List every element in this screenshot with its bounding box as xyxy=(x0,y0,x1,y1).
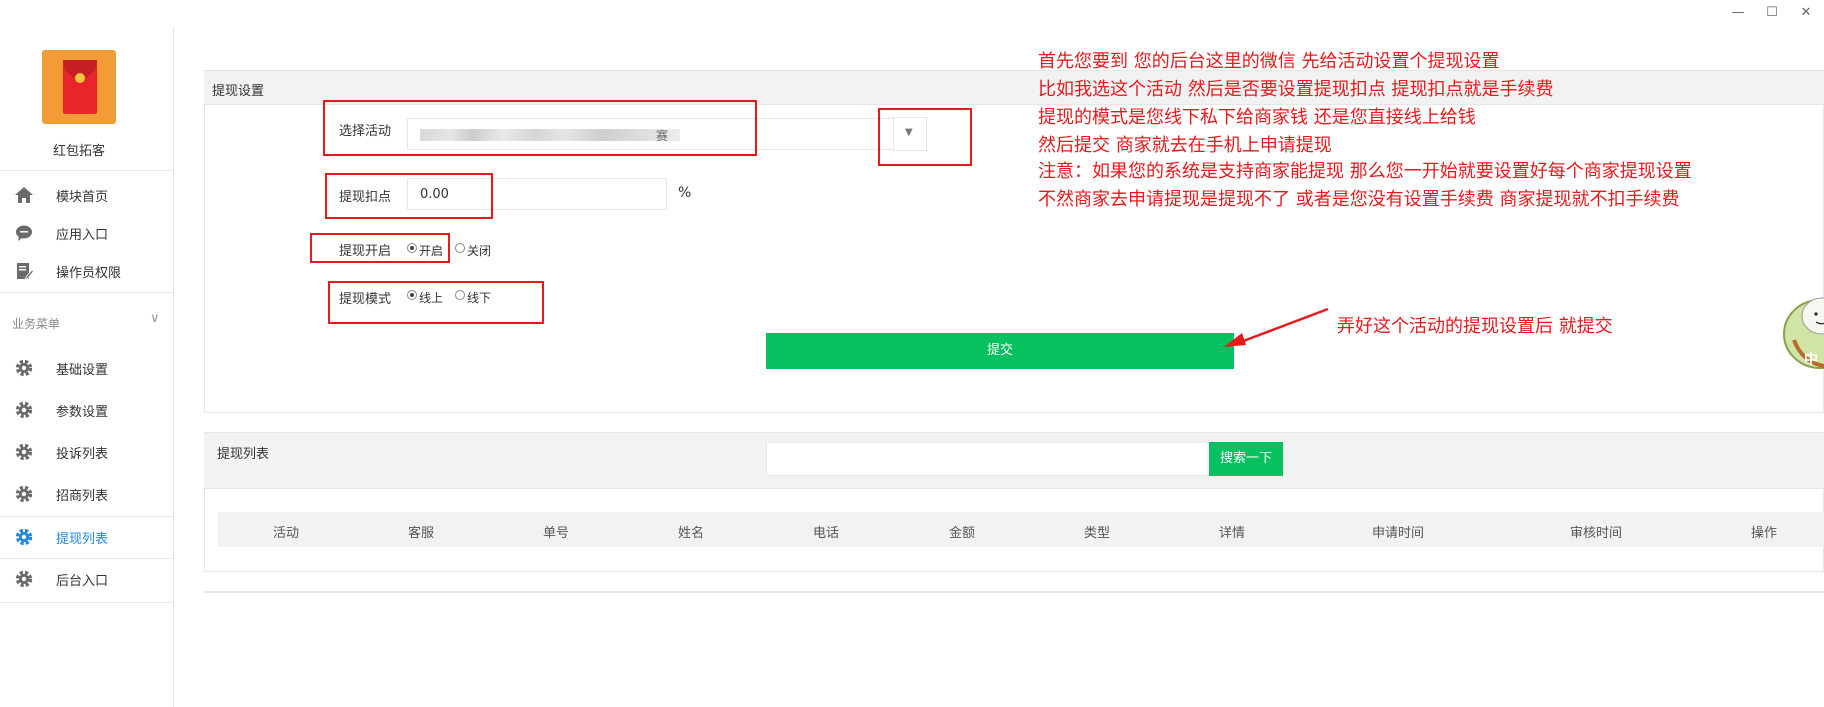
search-button[interactable]: 搜索一下 xyxy=(1209,442,1283,476)
sidebar-item-basic-settings[interactable]: 基础设置 xyxy=(0,347,172,387)
sidebar-item-module-home[interactable]: 模块首页 xyxy=(0,174,172,214)
column-header[interactable]: 操作 xyxy=(1751,522,1777,541)
column-header[interactable]: 单号 xyxy=(543,522,569,541)
column-header[interactable]: 申请时间 xyxy=(1372,522,1424,541)
sidebar: 红包拓客 模块首页 应用入口 操作员权限 业务菜单 ∨ 基础设置 参数设置 投诉… xyxy=(0,26,174,707)
document-edit-icon xyxy=(14,261,35,281)
app-logo xyxy=(42,50,116,124)
sidebar-item-app-entry[interactable]: 应用入口 xyxy=(0,212,172,252)
divider xyxy=(0,602,172,603)
gear-icon xyxy=(14,442,34,462)
annotation-line: 首先您要到 您的后台这里的微信 先给活动设置个提现设置 xyxy=(1038,51,1500,72)
annotation-line: 不然商家去申请提现是提现不了 或者是您没有设置手续费 商家提现就不扣手续费 xyxy=(1038,189,1680,210)
table-header: 活动 客服 单号 姓名 电话 金额 类型 详情 申请时间 审核时间 操作 xyxy=(218,512,1824,547)
annotation-box-enable xyxy=(310,233,450,263)
column-header[interactable]: 客服 xyxy=(408,522,434,541)
enable-off-radio[interactable] xyxy=(455,243,465,253)
panel-title: 提现设置 xyxy=(212,84,265,99)
sidebar-item-parameter-settings[interactable]: 参数设置 xyxy=(0,389,172,429)
annotation-line: 注意：如果您的系统是支持商家能提现 那么您一开始就要设置好每个商家提现设置 xyxy=(1038,161,1692,182)
column-header[interactable]: 电话 xyxy=(813,522,839,541)
sidebar-item-complaint-list[interactable]: 投诉列表 xyxy=(0,431,172,471)
sidebar-item-label: 参数设置 xyxy=(56,405,109,420)
maximize-button[interactable]: ☐ xyxy=(1760,3,1784,23)
chat-icon xyxy=(14,223,34,243)
home-icon xyxy=(14,185,34,205)
divider xyxy=(0,170,172,171)
submit-button[interactable]: 提交 xyxy=(766,333,1234,369)
annotation-box-dropdown xyxy=(878,108,972,166)
sidebar-item-label: 后台入口 xyxy=(56,574,109,589)
sidebar-item-label: 提现列表 xyxy=(56,532,109,547)
sidebar-item-backend-entry[interactable]: 后台入口 xyxy=(0,558,172,598)
sidebar-item-label: 基础设置 xyxy=(56,363,109,378)
red-envelope-icon xyxy=(63,60,97,114)
minimize-button[interactable]: — xyxy=(1726,3,1750,23)
column-header[interactable]: 审核时间 xyxy=(1570,522,1622,541)
column-header[interactable]: 类型 xyxy=(1084,522,1110,541)
sticker-text: 中 xyxy=(1804,352,1818,368)
column-header[interactable]: 详情 xyxy=(1219,522,1245,541)
divider xyxy=(0,292,172,293)
window-titlebar: — ☐ ✕ xyxy=(0,0,1824,26)
gear-icon xyxy=(14,358,34,378)
divider xyxy=(204,591,1824,593)
sidebar-item-operator-permissions[interactable]: 操作员权限 xyxy=(0,250,172,290)
column-header[interactable]: 活动 xyxy=(273,522,299,541)
enable-off-label[interactable]: 关闭 xyxy=(467,242,491,259)
sidebar-item-label: 投诉列表 xyxy=(56,447,109,462)
annotation-box-mode xyxy=(328,281,544,324)
panel-title: 提现列表 xyxy=(217,447,270,462)
column-header[interactable]: 姓名 xyxy=(678,522,704,541)
sidebar-item-withdraw-list[interactable]: 提现列表 xyxy=(0,516,172,556)
annotation-side-note: 弄好这个活动的提现设置后 就提交 xyxy=(1337,316,1613,337)
sidebar-item-label: 模块首页 xyxy=(56,190,109,205)
gear-icon xyxy=(14,527,34,547)
app-name: 红包拓客 xyxy=(52,144,105,159)
annotation-line: 提现的模式是您线下私下给商家钱 还是您直接线上给钱 xyxy=(1038,107,1476,128)
annotation-box-fee xyxy=(325,173,493,219)
annotation-arrow xyxy=(1224,307,1329,347)
gear-icon xyxy=(14,400,34,420)
close-button[interactable]: ✕ xyxy=(1794,3,1818,23)
search-input[interactable] xyxy=(766,442,1210,476)
gear-icon xyxy=(14,569,34,589)
emoji-sticker: 中 xyxy=(1782,278,1824,376)
withdraw-settings-header: 提现设置 xyxy=(204,70,1824,104)
sidebar-item-label: 操作员权限 xyxy=(56,266,122,281)
sidebar-item-merchant-list[interactable]: 招商列表 xyxy=(0,473,172,513)
chevron-down-icon[interactable]: ∨ xyxy=(150,311,160,326)
annotation-line: 比如我选这个活动 然后是否要设置提现扣点 提现扣点就是手续费 xyxy=(1038,79,1554,100)
sidebar-item-label: 应用入口 xyxy=(56,228,109,243)
annotation-box-activity xyxy=(323,100,757,156)
sidebar-item-label: 招商列表 xyxy=(56,489,109,504)
gear-icon xyxy=(14,484,34,504)
section-title-business-menu: 业务菜单 xyxy=(12,317,61,331)
fee-unit: % xyxy=(678,185,692,201)
column-header[interactable]: 金额 xyxy=(949,522,975,541)
annotation-line: 然后提交 商家就去在手机上申请提现 xyxy=(1038,135,1332,156)
